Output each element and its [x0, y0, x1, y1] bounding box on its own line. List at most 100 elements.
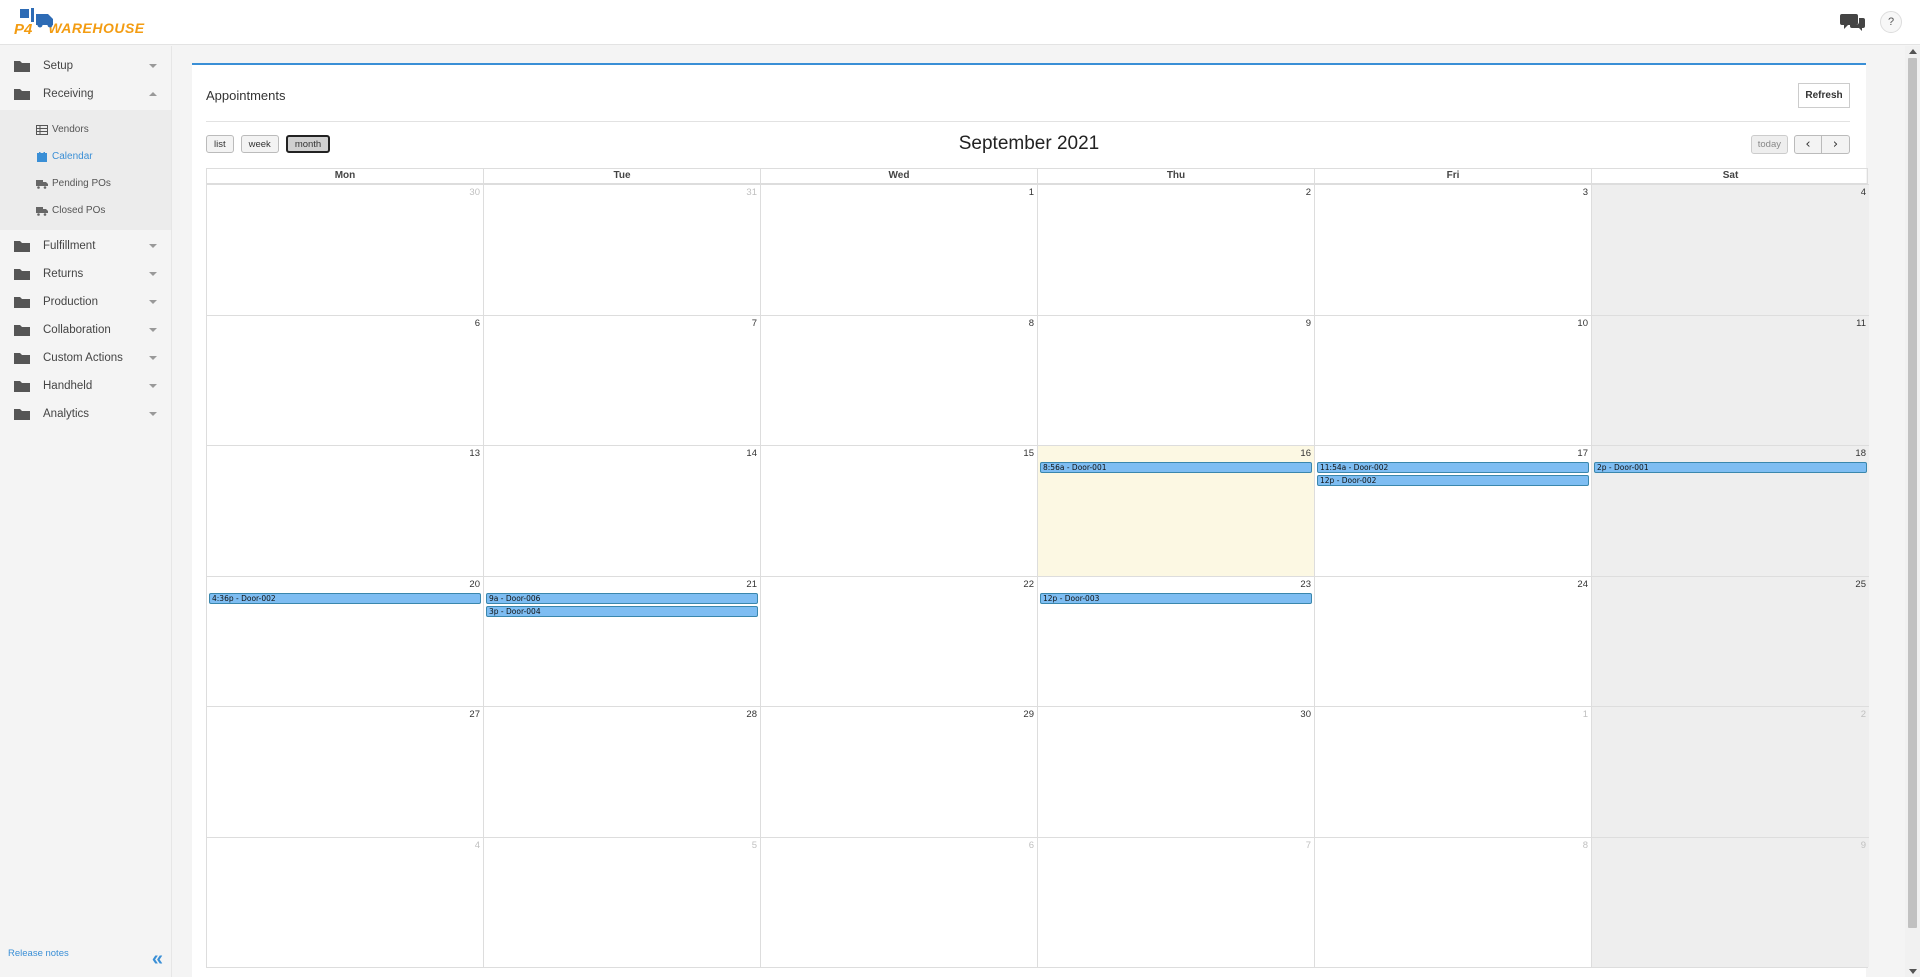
calendar-day-cell[interactable]: 4: [1592, 184, 1869, 315]
day-number[interactable]: 10: [1577, 318, 1588, 329]
day-number[interactable]: 24: [1577, 579, 1588, 590]
calendar-day-cell[interactable]: 17 11:54a - Door-002 12p - Door-002: [1315, 445, 1592, 576]
calendar-day-cell[interactable]: 9: [1038, 314, 1315, 445]
calendar-day-cell[interactable]: 20 4:36p - Door-002: [207, 575, 484, 706]
refresh-button[interactable]: Refresh: [1798, 83, 1850, 108]
calendar-day-cell[interactable]: 18 2p - Door-001: [1592, 445, 1869, 576]
day-number[interactable]: 14: [746, 448, 757, 459]
day-number[interactable]: 5: [752, 840, 757, 851]
calendar-day-cell[interactable]: 25: [1592, 575, 1869, 706]
calendar-day-cell[interactable]: 15: [761, 445, 1038, 576]
sidebar-item-vendors[interactable]: Vendors: [0, 116, 171, 143]
calendar-event[interactable]: 12p - Door-003: [1040, 592, 1312, 604]
scroll-up-icon[interactable]: [1909, 49, 1917, 54]
calendar-day-cell[interactable]: 16 8:56a - Door-001: [1038, 445, 1315, 576]
day-number[interactable]: 2: [1861, 709, 1866, 720]
sidebar-item-receiving[interactable]: Receiving: [0, 80, 171, 108]
calendar-event[interactable]: 11:54a - Door-002: [1317, 462, 1589, 473]
sidebar-item-collaboration[interactable]: Collaboration: [0, 316, 171, 344]
calendar-day-cell[interactable]: 6: [761, 836, 1038, 967]
calendar-day-cell[interactable]: 8: [761, 314, 1038, 445]
day-number[interactable]: 1: [1029, 187, 1034, 198]
day-number[interactable]: 21: [746, 579, 757, 590]
calendar-day-cell[interactable]: 14: [484, 445, 761, 576]
day-number[interactable]: 8: [1583, 840, 1588, 851]
day-number[interactable]: 16: [1300, 448, 1311, 459]
day-number[interactable]: 27: [469, 709, 480, 720]
sidebar-item-custom-actions[interactable]: Custom Actions: [0, 344, 171, 372]
day-number[interactable]: 22: [1023, 579, 1034, 590]
day-number[interactable]: 30: [1300, 709, 1311, 720]
calendar-day-cell[interactable]: 9: [1592, 836, 1869, 967]
calendar-event[interactable]: 8:56a - Door-001: [1040, 462, 1312, 473]
day-number[interactable]: 17: [1577, 448, 1588, 459]
calendar-day-cell[interactable]: 24: [1315, 575, 1592, 706]
sidebar-item-returns[interactable]: Returns: [0, 260, 171, 288]
calendar-day-cell[interactable]: 4: [207, 836, 484, 967]
sidebar-item-handheld[interactable]: Handheld: [0, 372, 171, 400]
day-number[interactable]: 23: [1300, 579, 1311, 590]
calendar-day-cell[interactable]: 5: [484, 836, 761, 967]
today-button[interactable]: today: [1750, 135, 1788, 154]
calendar-day-cell[interactable]: 2: [1592, 706, 1869, 837]
calendar-day-cell[interactable]: 1: [1315, 706, 1592, 837]
calendar-day-cell[interactable]: 23 12p - Door-003: [1038, 575, 1315, 706]
calendar-day-cell[interactable]: 29: [761, 706, 1038, 837]
calendar-day-cell[interactable]: 6: [207, 314, 484, 445]
sidebar-item-analytics[interactable]: Analytics: [0, 400, 171, 428]
sidebar-item-setup[interactable]: Setup: [0, 52, 171, 80]
sidebar-item-production[interactable]: Production: [0, 288, 171, 316]
day-number[interactable]: 8: [1029, 318, 1034, 329]
day-number[interactable]: 9: [1861, 840, 1866, 851]
day-number[interactable]: 11: [1856, 318, 1866, 329]
day-number[interactable]: 1: [1583, 709, 1588, 720]
calendar-day-cell[interactable]: 31: [484, 184, 761, 315]
vertical-scrollbar[interactable]: [1905, 46, 1920, 977]
day-number[interactable]: 25: [1855, 579, 1866, 590]
calendar-day-cell[interactable]: 10: [1315, 314, 1592, 445]
sidebar-item-closed-pos[interactable]: Closed POs: [0, 197, 171, 224]
day-number[interactable]: 18: [1855, 448, 1866, 459]
calendar-day-cell[interactable]: 7: [1038, 836, 1315, 967]
calendar-event[interactable]: 3p - Door-004: [486, 605, 758, 617]
day-number[interactable]: 6: [1029, 840, 1034, 851]
release-notes-link[interactable]: Release notes: [8, 948, 69, 959]
collapse-sidebar-icon[interactable]: «: [152, 949, 163, 969]
day-number[interactable]: 30: [469, 187, 480, 198]
day-number[interactable]: 2: [1306, 187, 1311, 198]
day-number[interactable]: 13: [469, 448, 480, 459]
day-number[interactable]: 20: [469, 579, 480, 590]
day-number[interactable]: 29: [1023, 709, 1034, 720]
day-number[interactable]: 31: [746, 187, 757, 198]
calendar-day-cell[interactable]: 30: [1038, 706, 1315, 837]
help-icon[interactable]: ?: [1880, 11, 1902, 33]
prev-month-button[interactable]: ‹: [1794, 135, 1822, 154]
app-logo[interactable]: P4 WAREHOUSE: [14, 8, 145, 37]
day-number[interactable]: 4: [1861, 187, 1866, 198]
day-number[interactable]: 15: [1023, 448, 1034, 459]
calendar-day-cell[interactable]: 22: [761, 575, 1038, 706]
calendar-day-cell[interactable]: 3: [1315, 184, 1592, 315]
calendar-day-cell[interactable]: 13: [207, 445, 484, 576]
calendar-day-cell[interactable]: 8: [1315, 836, 1592, 967]
calendar-day-cell[interactable]: 28: [484, 706, 761, 837]
day-number[interactable]: 6: [475, 318, 480, 329]
sidebar-item-pending-pos[interactable]: Pending POs: [0, 170, 171, 197]
chat-icon[interactable]: [1840, 11, 1866, 33]
scrollbar-thumb[interactable]: [1908, 58, 1917, 928]
calendar-day-cell[interactable]: 11: [1592, 314, 1869, 445]
calendar-day-cell[interactable]: 7: [484, 314, 761, 445]
calendar-event[interactable]: 9a - Door-006: [486, 592, 758, 604]
calendar-event[interactable]: 4:36p - Door-002: [209, 592, 481, 604]
day-number[interactable]: 9: [1306, 318, 1311, 329]
calendar-day-cell[interactable]: 30: [207, 184, 484, 315]
calendar-day-cell[interactable]: 2: [1038, 184, 1315, 315]
scroll-down-icon[interactable]: [1909, 969, 1917, 974]
day-number[interactable]: 7: [1306, 840, 1311, 851]
day-number[interactable]: 3: [1583, 187, 1588, 198]
day-number[interactable]: 4: [475, 840, 480, 851]
calendar-day-cell[interactable]: 21 9a - Door-006 3p - Door-004: [484, 575, 761, 706]
sidebar-item-fulfillment[interactable]: Fulfillment: [0, 232, 171, 260]
sidebar-item-calendar[interactable]: Calendar: [0, 143, 171, 170]
calendar-event[interactable]: 2p - Door-001: [1594, 462, 1867, 473]
